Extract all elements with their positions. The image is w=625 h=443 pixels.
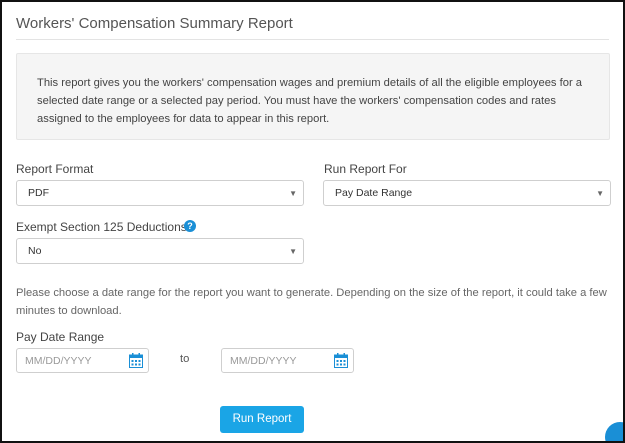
chevron-down-icon: ▼ [289, 247, 297, 256]
chat-widget-icon[interactable] [605, 422, 623, 441]
exempt-section-125-value: No [28, 245, 42, 257]
end-date-placeholder: MM/DD/YYYY [230, 355, 297, 367]
run-report-for-label: Run Report For [324, 162, 407, 176]
run-report-button[interactable]: Run Report [220, 406, 304, 433]
info-text: This report gives you the workers' compe… [37, 77, 583, 125]
page-title: Workers' Compensation Summary Report [16, 15, 293, 32]
calendar-icon[interactable] [334, 353, 348, 368]
report-panel: Workers' Compensation Summary Report Thi… [0, 0, 625, 443]
date-range-separator: to [180, 353, 190, 365]
report-format-label: Report Format [16, 162, 94, 176]
exempt-section-125-label: Exempt Section 125 Deductions? [16, 220, 194, 234]
pay-date-range-label: Pay Date Range [16, 330, 105, 344]
exempt-section-125-select[interactable]: No ▼ [16, 238, 304, 264]
calendar-icon[interactable] [129, 353, 143, 368]
start-date-placeholder: MM/DD/YYYY [25, 355, 92, 367]
info-box: This report gives you the workers' compe… [16, 53, 610, 140]
run-report-for-select[interactable]: Pay Date Range ▼ [323, 180, 611, 206]
end-date-field[interactable]: MM/DD/YYYY [221, 348, 354, 373]
date-range-note: Please choose a date range for the repor… [16, 287, 607, 317]
report-format-value: PDF [28, 187, 49, 199]
run-report-for-value: Pay Date Range [335, 187, 413, 199]
report-format-select[interactable]: PDF ▼ [16, 180, 304, 206]
chevron-down-icon: ▼ [596, 189, 604, 198]
title-divider [16, 39, 609, 40]
question-circle-icon[interactable]: ? [184, 220, 196, 232]
start-date-field[interactable]: MM/DD/YYYY [16, 348, 149, 373]
chevron-down-icon: ▼ [289, 189, 297, 198]
